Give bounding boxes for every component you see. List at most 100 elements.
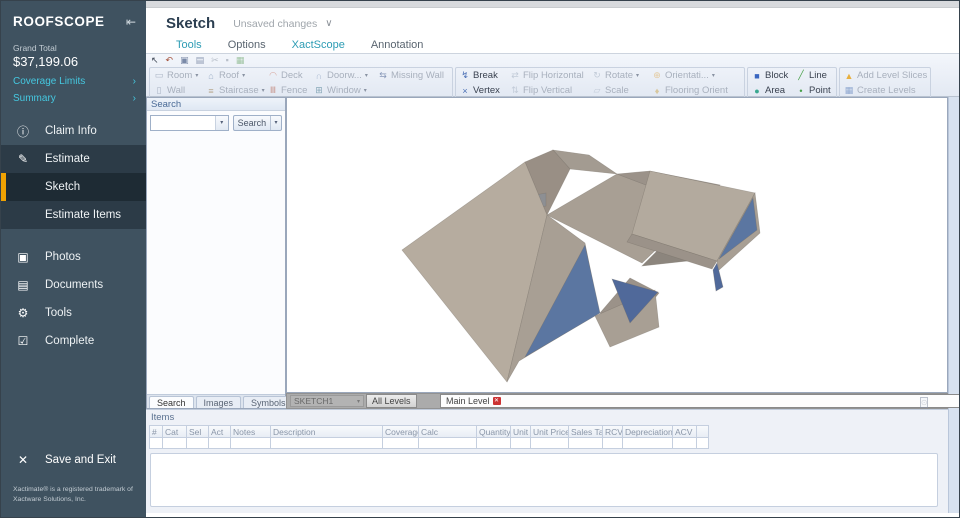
- sidebar-link[interactable]: Coverage Limits ›: [1, 73, 146, 90]
- items-empty-area: [150, 453, 938, 507]
- toolbar-button[interactable]: ◠Deck: [266, 69, 312, 83]
- search-options-caret-icon[interactable]: ▾: [270, 116, 281, 130]
- toolbar-button[interactable]: ▭Room▾: [152, 69, 204, 83]
- items-column-header[interactable]: RCV: [603, 425, 623, 438]
- sidebar-nav-item[interactable]: ☑ Complete: [1, 327, 146, 355]
- grand-total-value: $37,199.06: [1, 53, 146, 73]
- image-icon[interactable]: ▦: [236, 56, 245, 65]
- items-column-header[interactable]: Notes: [231, 425, 271, 438]
- window-top-strip: [146, 1, 960, 8]
- search-input[interactable]: ▾: [150, 115, 229, 131]
- cursor-icon[interactable]: ↖: [151, 56, 159, 65]
- toolbar-button[interactable]: ╱Line: [794, 69, 834, 83]
- sidebar: ROOFSCOPE ⇤ Grand Total $37,199.06 Cover…: [1, 1, 146, 517]
- items-column-header[interactable]: Act: [209, 425, 231, 438]
- copy-icon[interactable]: ▣: [180, 56, 189, 65]
- toolbar-button[interactable]: ♦Flooring Orient: [650, 84, 742, 98]
- grand-total-label: Grand Total: [1, 39, 146, 53]
- toolbar-button[interactable]: •Point: [794, 84, 834, 98]
- right-margin-strip: [948, 97, 960, 513]
- header-tab[interactable]: Tools: [176, 39, 202, 53]
- roof-model: [287, 98, 949, 394]
- sidebar-nav-item[interactable]: Sketch: [1, 173, 146, 201]
- pencil-icon: ✎: [1, 152, 45, 166]
- chevron-down-icon: ▾: [357, 398, 363, 405]
- search-panel-tab[interactable]: Images: [196, 396, 242, 408]
- level-tab-all[interactable]: All Levels: [366, 394, 417, 408]
- sidebar-nav-item[interactable]: ▣ Photos: [1, 243, 146, 271]
- header-tab[interactable]: Annotation: [371, 39, 424, 53]
- toolbar-button[interactable]: ≡Staircase▾: [204, 84, 266, 98]
- items-column-header[interactable]: Calc: [419, 425, 477, 438]
- items-column-header[interactable]: Unit Price: [531, 425, 569, 438]
- toolbar-button[interactable]: ▦Create Levels: [842, 84, 928, 98]
- unsaved-changes-status: Unsaved changes: [233, 18, 317, 30]
- items-column-header[interactable]: Description: [271, 425, 383, 438]
- sidebar-nav-item[interactable]: ✎ Estimate: [1, 145, 146, 173]
- level-tab-main[interactable]: Main Level ✕: [440, 394, 960, 408]
- app-logo: ROOFSCOPE: [13, 14, 105, 29]
- close-level-icon[interactable]: ✕: [493, 397, 501, 405]
- paste-icon[interactable]: ▤: [196, 56, 205, 65]
- sidebar-nav-item[interactable]: ▤ Documents: [1, 271, 146, 299]
- clipboard-check-icon: ☑: [1, 334, 45, 348]
- sidebar-nav-item[interactable]: Estimate Items: [1, 201, 146, 229]
- collapse-sidebar-icon[interactable]: ⇤: [126, 15, 136, 29]
- toolbar-button[interactable]: ▲Add Level Slices: [842, 69, 928, 83]
- toolbar-button[interactable]: ⌂Roof▾: [204, 69, 266, 83]
- canvas-bottom-bar: SKETCH1 ▾ Main Level ✕ All Levels View ▾…: [286, 393, 948, 409]
- photos-icon: ▣: [1, 250, 45, 264]
- items-column-header[interactable]: Depreciation: [623, 425, 673, 438]
- zoom-extents-icon[interactable]: ⊙: [920, 397, 929, 408]
- combo-dropdown-icon[interactable]: ▾: [215, 116, 228, 130]
- cut-icon[interactable]: ✂: [211, 56, 219, 65]
- undo-icon[interactable]: ↶: [166, 56, 174, 65]
- toolbar-button[interactable]: ×Vertex: [458, 84, 508, 98]
- sketch-selector[interactable]: SKETCH1 ▾: [290, 395, 364, 407]
- main-area: Sketch Unsaved changes ∨ Tools Options Xac…: [146, 1, 960, 517]
- items-column-header[interactable]: #: [149, 425, 163, 438]
- items-empty-row: [149, 438, 938, 449]
- items-column-header[interactable]: Sel: [187, 425, 209, 438]
- toolbar-button[interactable]: ↻Rotate▾: [590, 69, 650, 83]
- toolbar-button[interactable]: ⇄Flip Horizontal: [508, 69, 590, 83]
- toolbar-button[interactable]: ▯Wall: [152, 84, 204, 98]
- trademark-text: Xactimate® is a registered trademark of …: [13, 485, 140, 505]
- sidebar-nav-item[interactable]: ⚙ Tools: [1, 299, 146, 327]
- toolbar-button[interactable]: ⇅Flip Vertical: [508, 84, 590, 98]
- toolbar-button[interactable]: ⇆Missing Wall: [376, 69, 450, 83]
- toolbar-button[interactable]: ●Area: [750, 84, 794, 98]
- items-column-header[interactable]: Quantity: [477, 425, 511, 438]
- items-panel-label: Items: [149, 412, 948, 425]
- close-icon: ✕: [1, 453, 45, 467]
- toolbar-button[interactable]: ∩Doorw...▾: [312, 69, 376, 83]
- toolbar-button[interactable]: ■Block: [750, 69, 794, 83]
- items-column-header[interactable]: Coverage: [383, 425, 419, 438]
- items-column-header[interactable]: Sales Tax: [569, 425, 603, 438]
- lock-icon[interactable]: ▪: [226, 56, 229, 65]
- sketch-toolbar: ↖ ↶ ▣ ▤ ✂ ▪ ▦ ▭Room▾⌂Roof▾◠Deck∩Doorw...▾⇆Miss…: [146, 53, 960, 97]
- search-button[interactable]: Search ▾: [233, 115, 282, 131]
- sidebar-link[interactable]: Summary ›: [1, 90, 146, 107]
- header-tab[interactable]: Options: [228, 39, 266, 53]
- header-tab[interactable]: XactScope: [292, 39, 345, 53]
- info-icon: ⓘ: [1, 123, 45, 140]
- search-panel: Search ▾ Search ▾ SearchImagesSymbols: [146, 97, 286, 409]
- chevron-right-icon: ›: [133, 93, 136, 104]
- search-panel-header: Search: [147, 98, 285, 111]
- page-title: Sketch: [166, 15, 215, 32]
- sidebar-nav-item[interactable]: ⓘ Claim Info: [1, 117, 146, 145]
- toolbar-button[interactable]: ⊞Window▾: [312, 84, 376, 98]
- save-and-exit-button[interactable]: ✕ Save and Exit: [1, 447, 146, 473]
- items-column-header[interactable]: Unit: [511, 425, 531, 438]
- search-panel-tab[interactable]: Search: [149, 396, 194, 408]
- items-column-header[interactable]: [697, 425, 709, 438]
- items-column-header[interactable]: ACV: [673, 425, 697, 438]
- toolbar-button[interactable]: ⅢFence: [266, 84, 312, 98]
- chevron-down-icon[interactable]: ∨: [325, 18, 332, 29]
- items-column-header[interactable]: Cat: [163, 425, 187, 438]
- toolbar-button[interactable]: ⊕Orientati...▾: [650, 69, 742, 83]
- toolbar-button[interactable]: ▱Scale: [590, 84, 650, 98]
- toolbar-button[interactable]: ↯Break: [458, 69, 508, 83]
- sketch-canvas[interactable]: [286, 97, 948, 393]
